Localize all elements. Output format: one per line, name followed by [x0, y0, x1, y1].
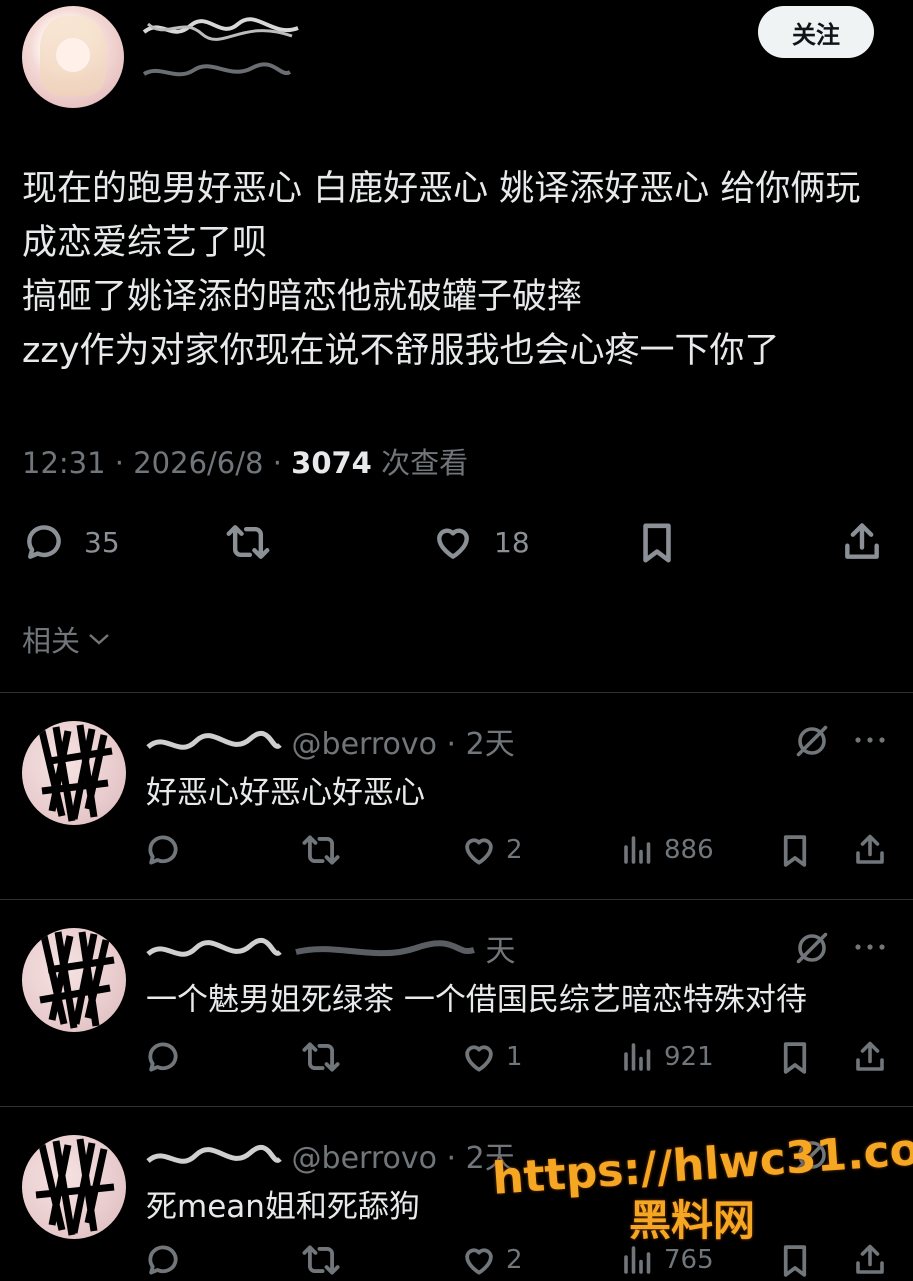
reply-time: 天	[485, 934, 516, 969]
grok-button[interactable]	[794, 723, 830, 763]
share-button[interactable]	[852, 1038, 888, 1076]
bookmark-icon	[783, 1042, 807, 1074]
like-button[interactable]: 2	[460, 831, 523, 869]
reply-avatar[interactable]	[22, 1135, 126, 1239]
share-button[interactable]	[852, 831, 888, 869]
reply-item[interactable]: @berrovo · 2天 好恶心好恶心好恶心 2 886	[0, 693, 913, 898]
like-count: 2	[506, 835, 523, 865]
reply-handle: @berrovo	[291, 1141, 437, 1176]
like-count: 2	[506, 1245, 523, 1275]
watermark: https://hlwc31.com 黑料网	[491, 1121, 913, 1248]
redaction-scribble	[146, 730, 282, 750]
more-button[interactable]	[852, 725, 888, 759]
views-button[interactable]: 886	[620, 831, 714, 869]
reply-text: 好恶心好恶心好恶心	[146, 775, 425, 811]
retweet-icon	[302, 1042, 340, 1072]
related-toggle[interactable]: 相关	[22, 618, 112, 660]
reply-handle: @berrovo	[291, 727, 437, 762]
retweet-button[interactable]	[300, 1038, 342, 1076]
reply-button[interactable]	[144, 831, 182, 869]
grok-button[interactable]	[794, 930, 830, 970]
tweet-time[interactable]: 12:31	[22, 446, 106, 480]
share-icon	[856, 834, 884, 864]
reply-count: 35	[84, 525, 120, 559]
chevron-down-icon	[89, 634, 109, 645]
heart-icon	[465, 838, 493, 865]
bookmark-button[interactable]	[636, 520, 678, 566]
tweet-meta: 12:31 · 2026/6/8 · 3074 次查看	[22, 446, 469, 480]
bookmark-icon	[783, 835, 807, 867]
tweet-views-label: 次查看	[371, 446, 469, 480]
reply-author[interactable]: 天	[146, 926, 516, 970]
redaction-scribble	[142, 62, 292, 77]
views-icon	[624, 1043, 651, 1071]
retweet-button[interactable]	[224, 520, 272, 564]
avatar-face	[56, 38, 90, 72]
reply-time: · 2天	[446, 727, 515, 762]
heart-icon	[465, 1045, 493, 1072]
redaction-scribble	[39, 931, 115, 1029]
retweet-icon	[302, 1245, 340, 1275]
bookmark-icon	[643, 523, 671, 563]
retweet-icon	[302, 835, 340, 865]
tweet-views-count: 3074	[291, 446, 372, 480]
tweet-text: 现在的跑男好恶心 白鹿好恶心 姚译添好恶心 给你俩玩成恋爱综艺了呗 搞砸了姚译添…	[22, 169, 861, 371]
reply-icon	[148, 1042, 178, 1072]
reply-author[interactable]: @berrovo · 2天	[146, 1133, 515, 1177]
redaction-scribble	[142, 17, 299, 41]
follow-button[interactable]: 关注	[758, 6, 874, 58]
reply-author[interactable]: @berrovo · 2天	[146, 719, 515, 763]
redaction-scribble	[38, 724, 113, 822]
author-avatar[interactable]	[22, 6, 124, 108]
reply-text: 一个魅男姐死绿茶 一个借国民综艺暗恋特殊对待	[146, 982, 807, 1018]
reply-button[interactable]	[144, 1241, 182, 1279]
grok-icon	[796, 932, 828, 964]
like-button[interactable]: 18	[430, 520, 530, 564]
share-button[interactable]	[840, 520, 884, 564]
more-button[interactable]	[852, 932, 888, 966]
grok-icon	[796, 725, 828, 757]
related-label: 相关	[22, 624, 81, 658]
share-icon	[856, 1041, 884, 1071]
reply-icon	[27, 525, 61, 559]
author-name-redacted[interactable]	[142, 14, 302, 44]
reply-text: 死mean姐和死舔狗	[146, 1189, 420, 1225]
reply-icon	[148, 835, 178, 865]
views-icon	[624, 836, 651, 864]
views-button[interactable]: 921	[620, 1038, 714, 1076]
bookmark-button[interactable]	[778, 1038, 812, 1078]
reply-button[interactable]	[144, 1038, 182, 1076]
tweet-date[interactable]: 2026/6/8	[133, 446, 263, 480]
like-count: 18	[494, 525, 530, 559]
views-count: 765	[664, 1245, 714, 1275]
retweet-button[interactable]	[300, 1241, 342, 1279]
more-icon	[855, 737, 885, 743]
redaction-scribble	[146, 937, 475, 957]
like-count: 1	[506, 1042, 523, 1072]
reply-avatar[interactable]	[22, 721, 126, 825]
heart-icon	[437, 528, 469, 559]
bookmark-button[interactable]	[778, 831, 812, 871]
redaction-scribble	[35, 1138, 115, 1236]
author-handle-redacted	[142, 58, 292, 86]
retweet-icon	[226, 525, 270, 559]
more-icon	[855, 944, 885, 950]
reply-item[interactable]: 天 一个魅男姐死绿茶 一个借国民综艺暗恋特殊对待 1 921	[0, 900, 913, 1105]
views-count: 921	[664, 1042, 714, 1072]
reply-button[interactable]: 35	[22, 520, 120, 564]
views-count: 886	[664, 835, 714, 865]
reply-icon	[148, 1245, 178, 1275]
share-icon	[845, 523, 879, 559]
reply-avatar[interactable]	[22, 928, 126, 1032]
like-button[interactable]: 1	[460, 1038, 523, 1076]
retweet-button[interactable]	[300, 831, 342, 869]
redaction-scribble	[146, 1144, 282, 1164]
